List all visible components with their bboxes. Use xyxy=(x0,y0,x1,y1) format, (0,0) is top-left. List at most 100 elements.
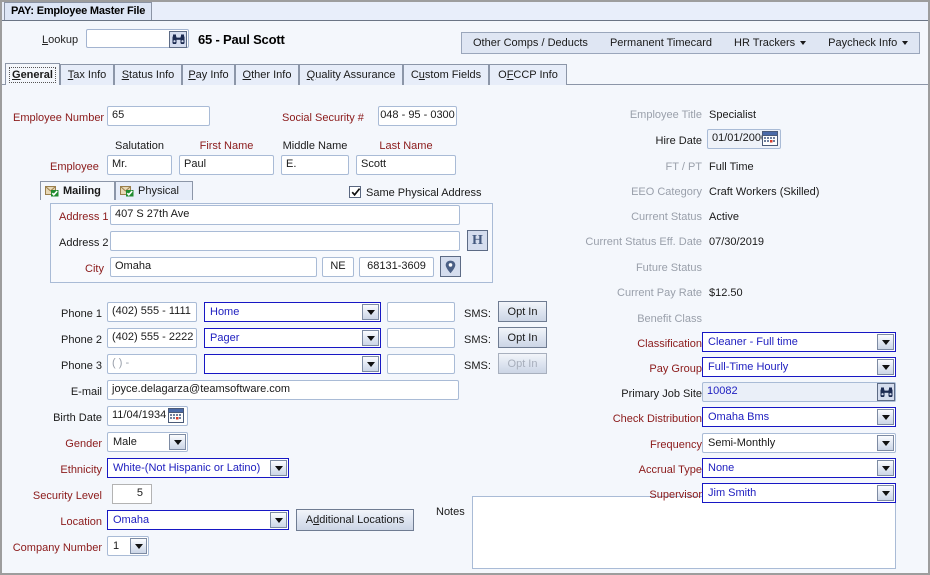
binoculars-icon[interactable] xyxy=(169,31,187,48)
primary-job-site-label: Primary Job Site xyxy=(621,388,702,400)
phone1-type-combo[interactable]: Home xyxy=(204,302,381,322)
phone3-sms-opt-in-label: Opt In xyxy=(507,357,538,370)
last-name-header: Last Name xyxy=(379,140,433,152)
phone3-type-combo[interactable] xyxy=(204,354,381,374)
address-history-button[interactable]: H xyxy=(467,230,488,251)
salutation-header: Salutation xyxy=(115,140,164,152)
chevron-down-icon[interactable] xyxy=(270,460,287,476)
state-input[interactable]: NE xyxy=(322,257,354,277)
phone3-sms-label: SMS: xyxy=(464,360,491,372)
accrual-type-combo[interactable]: None xyxy=(702,458,896,478)
email-input[interactable]: joyce.delagarza@teamsoftware.com xyxy=(107,380,459,400)
calendar-icon[interactable] xyxy=(762,131,778,149)
employee-number-input[interactable]: 65 xyxy=(107,106,210,126)
primary-job-site-binoculars-button[interactable] xyxy=(877,383,895,401)
phone2-number-input[interactable]: (402) 555 - 2222 xyxy=(107,328,197,348)
ethnicity-combo[interactable]: White-(Not Hispanic or Latino) xyxy=(107,458,289,478)
chevron-down-icon xyxy=(800,41,807,45)
chevron-down-icon[interactable] xyxy=(362,330,379,346)
toolbar-button-group: Other Comps / Deducts Permanent Timecard… xyxy=(461,32,921,54)
address-tab-mailing[interactable]: Mailing xyxy=(40,181,115,200)
supervisor-combo[interactable]: Jim Smith xyxy=(702,483,896,503)
tab-pay-info[interactable]: Pay Info xyxy=(182,64,235,85)
benefit-class-label: Benefit Class xyxy=(637,313,702,325)
tab-tax-info[interactable]: Tax Info xyxy=(60,64,114,85)
paycheck-info-button[interactable]: Paycheck Info xyxy=(817,33,919,53)
chevron-down-icon[interactable] xyxy=(877,409,894,425)
address1-input[interactable]: 407 S 27th Ave xyxy=(110,205,460,225)
address-tab-physical[interactable]: Physical xyxy=(115,181,193,200)
tab-custom-fields[interactable]: Custom Fields xyxy=(403,64,489,85)
primary-job-site-input[interactable]: 10082 xyxy=(702,382,896,402)
frequency-combo[interactable]: Semi-Monthly xyxy=(702,433,896,453)
address2-input[interactable] xyxy=(110,231,460,251)
hr-trackers-button[interactable]: HR Trackers xyxy=(723,33,817,53)
company-number-combo[interactable]: 1 xyxy=(107,536,149,556)
chevron-down-icon[interactable] xyxy=(362,356,379,372)
tab-ofccp-info[interactable]: OFCCP Info xyxy=(489,64,567,85)
phone3-sms-opt-in-button: Opt In xyxy=(498,353,547,374)
current-pay-rate-value: $12.50 xyxy=(709,287,743,299)
chevron-down-icon[interactable] xyxy=(877,334,894,350)
gender-combo[interactable]: Male xyxy=(107,432,188,452)
map-pin-button[interactable] xyxy=(440,256,461,277)
city-input[interactable]: Omaha xyxy=(110,257,317,277)
chevron-down-icon[interactable] xyxy=(130,538,147,554)
classification-value: Cleaner - Full time xyxy=(708,336,798,348)
check-distribution-combo[interactable]: Omaha Bms xyxy=(702,407,896,427)
tab-status-info[interactable]: Status Info xyxy=(114,64,182,85)
chevron-down-icon[interactable] xyxy=(877,485,894,501)
chevron-down-icon[interactable] xyxy=(877,435,894,451)
notes-label: Notes xyxy=(436,506,465,518)
location-label: Location xyxy=(60,516,102,528)
phone2-sms-opt-in-button[interactable]: Opt In xyxy=(498,327,547,348)
chevron-down-icon[interactable] xyxy=(270,512,287,528)
chevron-down-icon[interactable] xyxy=(877,359,894,375)
phone2-ext-input[interactable] xyxy=(387,328,455,348)
same-physical-address-checkbox[interactable] xyxy=(349,186,361,198)
accrual-type-value: None xyxy=(708,462,735,474)
pay-group-combo[interactable]: Full-Time Hourly xyxy=(702,357,896,377)
ft-pt-label: FT / PT xyxy=(665,161,702,173)
current-status-label: Current Status xyxy=(631,211,702,223)
lookup-input[interactable] xyxy=(86,29,189,48)
window-title-tab[interactable]: PAY: Employee Master File xyxy=(4,2,153,20)
security-level-input[interactable]: 5 xyxy=(112,484,152,504)
chevron-down-icon[interactable] xyxy=(169,434,186,450)
phone3-label: Phone 3 xyxy=(61,360,102,372)
zip-input[interactable]: 68131-3609 xyxy=(359,257,434,277)
last-name-input[interactable]: Scott xyxy=(356,155,456,175)
ssn-label: Social Security # xyxy=(282,112,364,124)
phone1-sms-opt-in-button[interactable]: Opt In xyxy=(498,301,547,322)
address2-label: Address 2 xyxy=(59,237,109,249)
additional-locations-button[interactable]: Additional Locations xyxy=(296,509,414,531)
middle-name-input[interactable]: E. xyxy=(281,155,349,175)
supervisor-value: Jim Smith xyxy=(708,487,757,499)
other-comps-deducts-button[interactable]: Other Comps / Deducts xyxy=(462,33,599,53)
phone3-ext-input[interactable] xyxy=(387,354,455,374)
chevron-down-icon[interactable] xyxy=(877,460,894,476)
tab-other-info[interactable]: Other Info xyxy=(235,64,299,85)
status-eff-date-label: Current Status Eff. Date xyxy=(585,236,702,248)
permanent-timecard-button[interactable]: Permanent Timecard xyxy=(599,33,723,53)
phone1-ext-input[interactable] xyxy=(387,302,455,322)
chevron-down-icon[interactable] xyxy=(362,304,379,320)
phone1-number-input[interactable]: (402) 555 - 1111 xyxy=(107,302,197,322)
ssn-input[interactable]: 048 - 95 - 0300 xyxy=(378,106,457,126)
salutation-input[interactable]: Mr. xyxy=(107,155,172,175)
tab-quality-assurance[interactable]: Quality Assurance xyxy=(299,64,403,85)
phone3-number-input[interactable]: ( ) - xyxy=(107,354,197,374)
location-combo[interactable]: Omaha xyxy=(107,510,289,530)
first-name-input[interactable]: Paul xyxy=(179,155,274,175)
ethnicity-label: Ethnicity xyxy=(60,464,102,476)
lookup-label: Lookup xyxy=(42,34,79,46)
calendar-icon[interactable] xyxy=(168,408,184,426)
notes-textarea[interactable] xyxy=(472,496,896,569)
tab-general[interactable]: General xyxy=(5,63,60,85)
classification-combo[interactable]: Cleaner - Full time xyxy=(702,332,896,352)
employee-name-display: 65 - Paul Scott xyxy=(198,32,285,47)
binoculars-icon xyxy=(880,387,892,397)
gender-label: Gender xyxy=(65,438,102,450)
mail-check-icon xyxy=(45,185,59,197)
phone2-type-combo[interactable]: Pager xyxy=(204,328,381,348)
